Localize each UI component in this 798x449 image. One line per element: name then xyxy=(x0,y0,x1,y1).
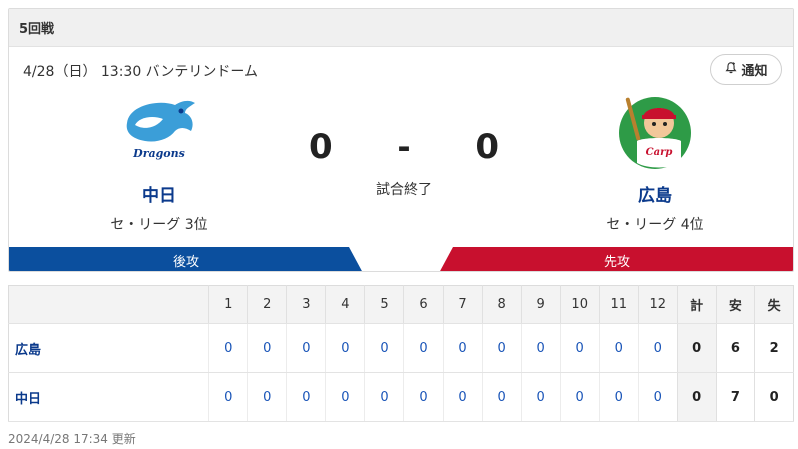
date-venue: 4/28（日） 13:30 バンテリンドーム xyxy=(23,64,258,80)
row-team-name[interactable]: 中日 xyxy=(8,372,209,422)
inning-score: 0 xyxy=(637,372,678,422)
svg-text:Dragons: Dragons xyxy=(132,147,185,160)
inning-header: 3 xyxy=(286,285,326,324)
total-errors: 0 xyxy=(754,372,794,422)
errors-header: 失 xyxy=(754,285,794,324)
inning-score: 0 xyxy=(364,323,404,373)
score-display: 0 - 0 xyxy=(309,127,499,167)
home-team-name[interactable]: 中日 xyxy=(69,181,249,206)
inning-score: 0 xyxy=(520,323,561,373)
total-hits: 7 xyxy=(715,372,755,422)
away-team-rank: セ・リーグ 4位 xyxy=(606,217,704,233)
notify-label: 通知 xyxy=(741,64,768,79)
last-updated: 2024/4/28 17:34 更新 xyxy=(8,432,136,446)
total-errors: 2 xyxy=(754,323,794,373)
bell-plus-icon xyxy=(724,61,738,79)
away-batting-order-label: 先攻 xyxy=(603,254,630,270)
scoreboard: 1 2 3 4 5 6 7 8 9 10 11 12 計 安 失 広島 0 0 xyxy=(8,285,794,422)
away-batting-order-bar: 先攻 xyxy=(439,247,793,271)
runs-header: 計 xyxy=(676,285,717,324)
inning-score: 0 xyxy=(442,372,483,422)
inning-score: 0 xyxy=(481,323,522,373)
team-column-header xyxy=(8,285,209,324)
table-row: 中日 0 0 0 0 0 0 0 0 0 0 0 0 0 7 0 xyxy=(8,372,794,422)
inning-score: 0 xyxy=(559,323,600,373)
inning-score: 0 xyxy=(403,323,444,373)
inning-header: 7 xyxy=(442,285,483,324)
inning-score: 0 xyxy=(442,323,483,373)
inning-score: 0 xyxy=(481,372,522,422)
inning-header: 5 xyxy=(364,285,404,324)
game-card: 5回戦 4/28（日） 13:30 バンテリンドーム 通知 Dragons 中日… xyxy=(8,8,794,272)
total-runs: 0 xyxy=(676,372,717,422)
game-status: 試合終了 xyxy=(376,182,432,198)
card-header: 5回戦 xyxy=(9,9,793,47)
inning-header: 12 xyxy=(637,285,678,324)
inning-score: 0 xyxy=(325,372,365,422)
inning-score: 0 xyxy=(364,372,404,422)
inning-header: 11 xyxy=(598,285,639,324)
scoreboard-header-row: 1 2 3 4 5 6 7 8 9 10 11 12 計 安 失 xyxy=(8,285,794,324)
row-team-name[interactable]: 広島 xyxy=(8,323,209,373)
inning-score: 0 xyxy=(520,372,561,422)
home-batting-order-bar: 後攻 xyxy=(9,247,363,271)
inning-header: 10 xyxy=(559,285,600,324)
away-score: 0 xyxy=(475,127,499,167)
inning-score: 0 xyxy=(637,323,678,373)
inning-score: 0 xyxy=(247,323,287,373)
inning-header: 9 xyxy=(520,285,561,324)
inning-score: 0 xyxy=(247,372,287,422)
dragons-logo[interactable]: Dragons xyxy=(119,93,199,171)
inning-score: 0 xyxy=(403,372,444,422)
total-runs: 0 xyxy=(676,323,717,373)
home-team-rank: セ・リーグ 3位 xyxy=(110,217,208,233)
away-team-name[interactable]: 広島 xyxy=(565,181,745,206)
score-dash: - xyxy=(397,128,411,166)
inning-score: 0 xyxy=(286,372,326,422)
home-team: Dragons 中日 セ・リーグ 3位 xyxy=(69,93,249,234)
inning-header: 8 xyxy=(481,285,522,324)
inning-header: 6 xyxy=(403,285,444,324)
inning-header: 4 xyxy=(325,285,365,324)
inning-score: 0 xyxy=(598,372,639,422)
carp-logo[interactable]: Carp xyxy=(615,93,695,171)
inning-score: 0 xyxy=(559,372,600,422)
inning-score: 0 xyxy=(598,323,639,373)
inning-score: 0 xyxy=(208,372,248,422)
table-row: 広島 0 0 0 0 0 0 0 0 0 0 0 0 0 6 2 xyxy=(8,323,794,373)
hits-header: 安 xyxy=(715,285,755,324)
svg-text:Carp: Carp xyxy=(646,147,673,158)
inning-score: 0 xyxy=(286,323,326,373)
inning-header: 2 xyxy=(247,285,287,324)
game-round-title: 5回戦 xyxy=(19,22,55,37)
inning-score: 0 xyxy=(325,323,365,373)
total-hits: 6 xyxy=(715,323,755,373)
home-batting-order-label: 後攻 xyxy=(172,254,199,270)
notify-button[interactable]: 通知 xyxy=(710,54,782,85)
inning-header: 1 xyxy=(208,285,248,324)
scoreboard-table: 1 2 3 4 5 6 7 8 9 10 11 12 計 安 失 広島 0 0 xyxy=(8,285,794,422)
inning-score: 0 xyxy=(208,323,248,373)
away-team: Carp 広島 セ・リーグ 4位 xyxy=(565,93,745,234)
home-score: 0 xyxy=(309,127,333,167)
